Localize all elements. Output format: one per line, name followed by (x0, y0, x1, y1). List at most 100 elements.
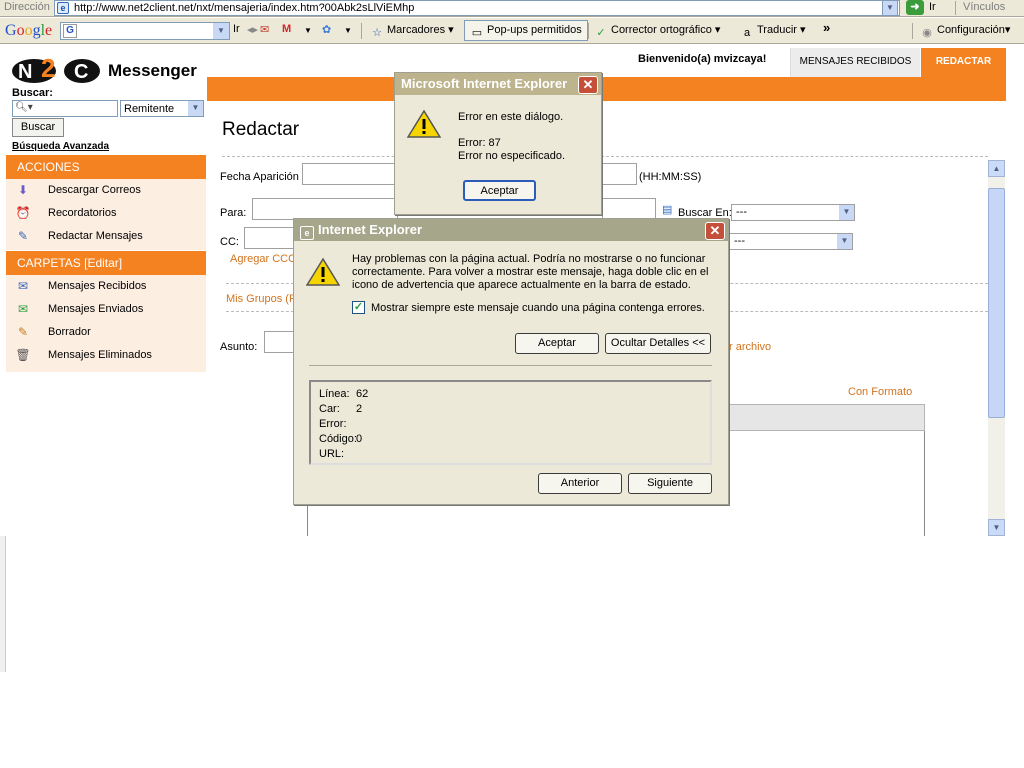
buscar-en-select[interactable]: --- ▼ (731, 204, 855, 221)
separator (912, 23, 913, 39)
pencil-icon: ✎ (17, 229, 29, 243)
chevron-down-icon[interactable]: ▼ (344, 26, 352, 35)
actions-header: ACCIONES (6, 155, 206, 179)
more-chevron-icon[interactable]: » (823, 20, 830, 35)
settings-button[interactable]: ◉ Configuración▾ (920, 23, 1010, 40)
dialog-line-1: Error en este diálogo. (458, 111, 564, 123)
divider (222, 156, 988, 157)
actions-list: ⬇ Descargar Correos ⏰ Recordatorios ✎ Re… (6, 179, 206, 250)
page-scrollbar[interactable]: ▲ ▼ (988, 160, 1005, 536)
chevron-down-icon[interactable]: ▼ (304, 26, 312, 35)
hide-details-button[interactable]: Ocultar Detalles << (605, 333, 711, 354)
dialog-title-bar: e Internet Explorer (294, 219, 728, 241)
logo-text: Messenger (108, 61, 197, 80)
pagerank-icon[interactable]: ✉ (260, 23, 269, 36)
chevron-down-icon[interactable]: ▼ (213, 23, 229, 39)
chevron-down-icon: ▼ (839, 205, 854, 220)
translate-icon: a (743, 27, 751, 39)
popups-button[interactable]: ▭ Pop-ups permitidos (464, 20, 588, 41)
close-icon[interactable]: ✕ (578, 76, 598, 94)
warning-icon (306, 257, 340, 286)
close-icon[interactable]: ✕ (705, 222, 725, 240)
google-search-input[interactable]: G ▼ (60, 22, 230, 40)
separator (361, 23, 362, 39)
address-book-icon[interactable]: ▤ (662, 203, 672, 216)
error-dialog-small: Microsoft Internet Explorer ✕ Error en e… (394, 72, 602, 215)
google-logo[interactable]: Google (5, 22, 52, 40)
advanced-search-link[interactable]: Búsqueda Avanzada (12, 141, 109, 152)
para-input-right[interactable] (602, 198, 656, 220)
time-format-hint: (HH:MM:SS) (639, 171, 702, 183)
sidebar-item-mensajes-eliminados[interactable]: 🗑︎ Mensajes Eliminados (6, 344, 206, 367)
page-title: Redactar (222, 119, 300, 140)
agregar-cco-link[interactable]: Agregar CCO (230, 253, 297, 265)
scroll-down-icon[interactable]: ▼ (988, 519, 1005, 536)
sidebar-item-recordatorios[interactable]: ⏰ Recordatorios (6, 202, 206, 225)
con-formato-link[interactable]: Con Formato (848, 386, 912, 398)
trash-icon: 🗑︎ (15, 348, 31, 362)
alarm-icon: ⏰ (15, 206, 31, 220)
chevron-down-icon: ▼ (837, 234, 852, 249)
welcome-text: Bienvenido(a) mvizcaya! (638, 53, 767, 65)
go-arrow-icon[interactable]: ➜ (906, 0, 924, 15)
time-input[interactable] (602, 163, 637, 185)
search-filter-select[interactable]: Remitente ▼ (120, 100, 204, 117)
tab-redactar[interactable]: REDACTAR (921, 48, 1006, 77)
show-errors-checkbox[interactable]: ✓ (352, 301, 365, 314)
address-url: http://www.net2client.net/nxt/mensajeria… (74, 2, 415, 14)
detail-row: Código: 0 (319, 433, 363, 445)
download-icon: ⬇ (17, 183, 29, 197)
asunto-label: Asunto: (220, 341, 258, 353)
search-button[interactable]: Buscar (12, 118, 64, 137)
tab-mensajes-recibidos[interactable]: MENSAJES RECIBIDOS (790, 48, 920, 77)
bookmarks-button[interactable]: ☆ Marcadores ▾ (370, 23, 454, 40)
sidebar-item-descargar-correos[interactable]: ⬇ Descargar Correos (6, 179, 206, 202)
next-button[interactable]: Siguiente (628, 473, 712, 494)
scroll-up-icon[interactable]: ▲ (988, 160, 1005, 177)
ok-button[interactable]: Aceptar (515, 333, 599, 354)
folders-header[interactable]: CARPETAS [Editar] (6, 251, 206, 275)
spellcheck-icon: ✓ (596, 27, 606, 39)
search-input[interactable]: 🔍︎▾ (12, 100, 118, 117)
fecha-label: Fecha Aparición (220, 171, 299, 183)
checkbox-label[interactable]: Mostrar siempre este mensaje cuando una … (371, 302, 705, 314)
google-go-button[interactable]: Ir (233, 23, 240, 35)
address-input[interactable]: e http://www.net2client.net/nxt/mensajer… (54, 0, 900, 16)
sent-icon: ✉ (17, 302, 29, 316)
sidebar-item-mensajes-recibidos[interactable]: ✉ Mensajes Recibidos (6, 275, 206, 298)
cc-select[interactable]: --- ▼ (729, 233, 853, 250)
dialog-line-2: Error: 87 (458, 137, 501, 149)
scroll-thumb[interactable] (988, 188, 1005, 418)
mis-grupos-link[interactable]: Mis Grupos (Pr (226, 293, 300, 305)
links-button[interactable]: Vínculos (963, 1, 1005, 13)
para-input[interactable] (252, 198, 398, 220)
dialog-line-3: Error no especificado. (458, 150, 565, 162)
previous-button[interactable]: Anterior (538, 473, 622, 494)
sidebar-item-redactar-mensajes[interactable]: ✎ Redactar Mensajes (6, 225, 206, 248)
detail-row: Error: (319, 418, 347, 430)
address-dropdown-icon[interactable]: ▼ (882, 0, 898, 16)
spellcheck-button[interactable]: ✓ Corrector ortográfico ▾ (594, 23, 720, 40)
gmail-icon[interactable]: M (282, 23, 291, 35)
sidebar-item-mensajes-enviados[interactable]: ✉ Mensajes Enviados (6, 298, 206, 321)
ie-page-icon: e (57, 2, 69, 14)
translate-button[interactable]: a Traducir ▾ (740, 23, 806, 40)
svg-text:C: C (74, 61, 88, 83)
dialog-title: Microsoft Internet Explorer (395, 73, 601, 95)
google-g-icon: G (63, 24, 77, 38)
ok-button[interactable]: Aceptar (463, 180, 536, 201)
error-details-box: Línea: 62 Car: 2 Error: Código: 0 URL: (309, 380, 712, 465)
editor-border (307, 505, 308, 536)
settings-icon: ◉ (922, 27, 932, 39)
sidebar-item-borrador[interactable]: ✎ Borrador (6, 321, 206, 344)
draft-icon: ✎ (17, 325, 29, 339)
arrows-icon[interactable]: ◂▸ (247, 23, 258, 36)
chevron-down-icon: ▼ (188, 101, 203, 116)
inbox-icon: ✉ (17, 279, 29, 293)
editor-toolbar (728, 404, 925, 431)
blogger-icon[interactable]: ✿ (322, 23, 331, 36)
cc-label: CC: (220, 236, 239, 248)
fecha-input[interactable] (302, 163, 398, 185)
go-button[interactable]: Ir (929, 1, 936, 13)
adjuntar-archivo-link[interactable]: r archivo (729, 341, 771, 353)
